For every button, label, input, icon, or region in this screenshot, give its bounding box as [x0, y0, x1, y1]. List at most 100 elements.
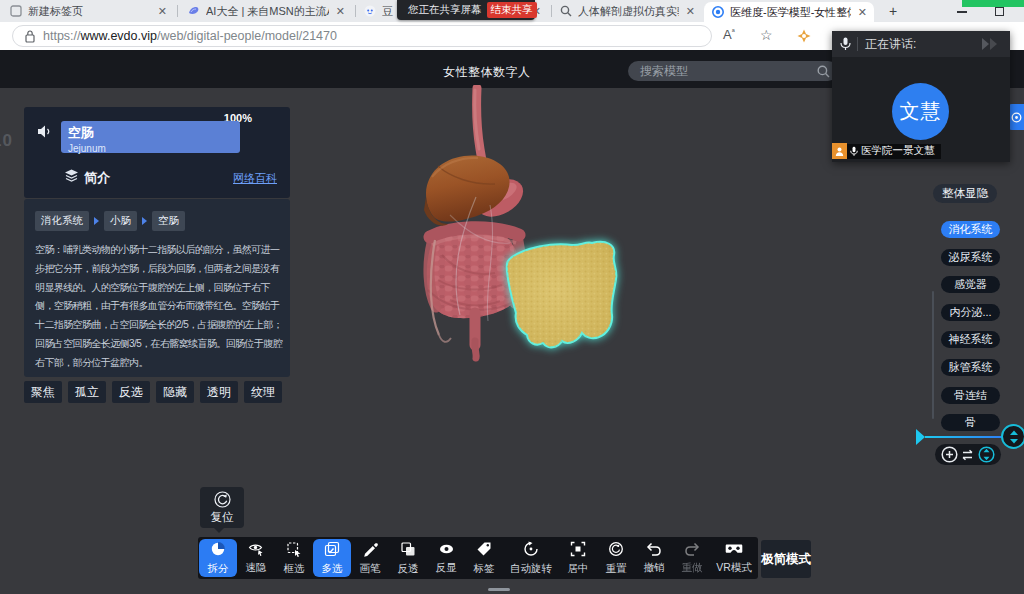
toolbar-pie[interactable]: 拆分	[199, 539, 237, 577]
target-circle-icon	[1011, 112, 1022, 123]
toolbar-auto-rotate[interactable]: 自动旋转	[503, 539, 559, 577]
tab-close-icon[interactable]: ✕	[158, 5, 167, 18]
avatar: 文慧	[892, 83, 949, 140]
system-scroll-track[interactable]	[932, 291, 934, 419]
share-banner-text: 您正在共享屏幕	[408, 3, 482, 17]
swap-arrows-button[interactable]	[960, 449, 975, 461]
system-pill[interactable]: 内分泌...	[941, 304, 1000, 321]
system-pill[interactable]: 消化系统	[941, 221, 1000, 238]
breadcrumb: 消化系统小肠空肠	[35, 211, 185, 231]
timeline-line[interactable]	[925, 436, 1005, 438]
inverse-show-icon	[438, 542, 455, 560]
anatomy-model-3d[interactable]	[380, 85, 670, 385]
tab-close-icon[interactable]: ✕	[336, 5, 345, 18]
toolbar-center[interactable]: 居中	[559, 539, 597, 577]
side-panel-toggle-button[interactable]	[1008, 104, 1024, 130]
toolbar-item-label: 自动旋转	[510, 562, 552, 576]
person-icon	[832, 143, 847, 159]
system-pill[interactable]: 泌尿系统	[941, 249, 1000, 266]
bottom-toolbar: 拆分速隐框选多选 画笔反透反显 标签 自动旋转 居中重置撤销重做VR模式	[198, 537, 758, 579]
tab-title: 新建标签页	[28, 4, 151, 19]
reset-notch	[214, 528, 224, 533]
organ-action-button[interactable]: 纹理	[244, 381, 282, 403]
breadcrumb-item[interactable]: 消化系统	[35, 211, 89, 231]
toolbar-item-label: 居中	[568, 562, 589, 576]
organ-action-button[interactable]: 反选	[112, 381, 150, 403]
system-pill[interactable]: 骨	[941, 414, 1000, 431]
breadcrumb-arrow-icon	[94, 217, 99, 225]
browser-tab[interactable]: 医维度-医学模型-女性整体数字/✕	[704, 2, 874, 22]
system-pill[interactable]: 脉管系统	[941, 359, 1000, 376]
system-pill[interactable]: 神经系统	[941, 331, 1000, 348]
wiki-link[interactable]: 网络百科	[233, 171, 277, 186]
favorite-star-icon[interactable]: ☆	[760, 27, 773, 43]
timeline-end-button[interactable]	[1001, 424, 1024, 449]
toolbar-redo[interactable]: 重做	[673, 539, 711, 577]
toolbar-item-label: 速隐	[246, 561, 267, 575]
organ-action-button[interactable]: 隐藏	[156, 381, 194, 403]
organ-name-cn: 空肠	[68, 124, 233, 142]
organ-description: 空肠：哺乳类动物的小肠十二指肠以后的部分，虽然可进一步把它分开，前段为空肠，后段…	[35, 241, 283, 373]
toolbar-pen[interactable]: 画笔	[351, 539, 389, 577]
toolbar-undo[interactable]: 撤销	[635, 539, 673, 577]
timeline-triangle-icon	[916, 429, 925, 445]
toolbar-inverse-transparent[interactable]: 反透	[389, 539, 427, 577]
window-minimize-button[interactable]	[957, 11, 967, 13]
bottom-handle[interactable]	[488, 588, 510, 591]
zoom-in-button[interactable]	[941, 446, 958, 463]
frame-select-icon	[286, 541, 302, 561]
browser-tab[interactable]: AI大全 | 来自MSN的主流AI工具排✕	[180, 0, 352, 22]
toggle-all-systems-button[interactable]: 整体显隐	[933, 184, 997, 203]
avatar-text: 文慧	[900, 98, 942, 125]
organ-action-button[interactable]: 孤立	[68, 381, 106, 403]
toolbar-eye-hide[interactable]: 速隐	[237, 539, 275, 577]
zoom-controls	[935, 444, 1001, 465]
pen-icon	[362, 541, 378, 561]
browser-tab[interactable]: 新建标签页 ✕	[2, 0, 174, 22]
window-maximize-button[interactable]	[995, 7, 1004, 16]
system-pill[interactable]: 骨连结	[941, 387, 1000, 404]
expand-collapse-button[interactable]	[978, 446, 995, 463]
organ-name-box[interactable]: 空肠 Jejunum	[61, 121, 240, 153]
toolbar-reset[interactable]: 重置	[597, 539, 635, 577]
model-search-input[interactable]: 搜索模型	[628, 61, 838, 81]
toolbar-inverse-show[interactable]: 反显	[427, 539, 465, 577]
toolbar-item-label: 多选	[322, 562, 343, 576]
eye-hide-icon	[248, 541, 265, 560]
msn-ai-icon	[188, 5, 200, 17]
screen-share-banner: 您正在共享屏幕 结束共享	[397, 0, 535, 20]
speaker-icon[interactable]	[37, 124, 54, 139]
toolbar-frame-select[interactable]: 框选	[275, 539, 313, 577]
toolbar-item-label: 标签	[474, 562, 495, 576]
tab-close-icon[interactable]: ✕	[858, 6, 867, 19]
new-tab-button[interactable]: +	[884, 2, 902, 20]
minimal-mode-button[interactable]: 极简模式	[761, 540, 811, 578]
vr-icon	[725, 542, 743, 560]
toolbar-item-label: 反显	[436, 561, 457, 575]
end-share-button[interactable]: 结束共享	[487, 2, 537, 18]
tab-close-icon[interactable]: ✕	[686, 5, 695, 18]
toolbar-tag[interactable]: 标签	[465, 539, 503, 577]
meeting-panel[interactable]: 正在讲话: 文慧 医学院一景文慧	[832, 31, 1010, 162]
share-indicator-strip	[962, 0, 1024, 7]
system-pill[interactable]: 感觉器	[941, 276, 1000, 293]
toolbar-vr[interactable]: VR模式	[711, 539, 757, 577]
tag-icon	[476, 541, 492, 561]
up-down-arrows-icon	[1008, 430, 1020, 444]
organ-action-button[interactable]: 透明	[200, 381, 238, 403]
url-field[interactable]: https://www.evdo.vip/web/digital-people/…	[12, 25, 712, 47]
toolbar-item-label: 画笔	[360, 562, 381, 576]
browser-essentials-icon[interactable]	[797, 29, 811, 43]
meeting-logo-icon	[976, 36, 1002, 52]
toolbar-multi-select[interactable]: 多选	[313, 539, 351, 577]
organ-action-button[interactable]: 聚焦	[24, 381, 62, 403]
breadcrumb-arrow-icon	[142, 217, 147, 225]
breadcrumb-item[interactable]: 小肠	[104, 211, 137, 231]
organ-actions: 聚焦孤立反选隐藏透明纹理	[24, 381, 282, 403]
breadcrumb-item[interactable]: 空肠	[152, 211, 185, 231]
browser-tab[interactable]: 人体解剖虚拟仿真实验平台 - 搜索 ✕	[552, 0, 702, 22]
tab-title: 人体解剖虚拟仿真实验平台 - 搜索	[578, 4, 679, 19]
reset-view-button[interactable]: 复位	[200, 487, 244, 528]
intro-label: 简介	[84, 169, 110, 187]
read-aloud-icon[interactable]: Aᵃ	[723, 27, 735, 42]
